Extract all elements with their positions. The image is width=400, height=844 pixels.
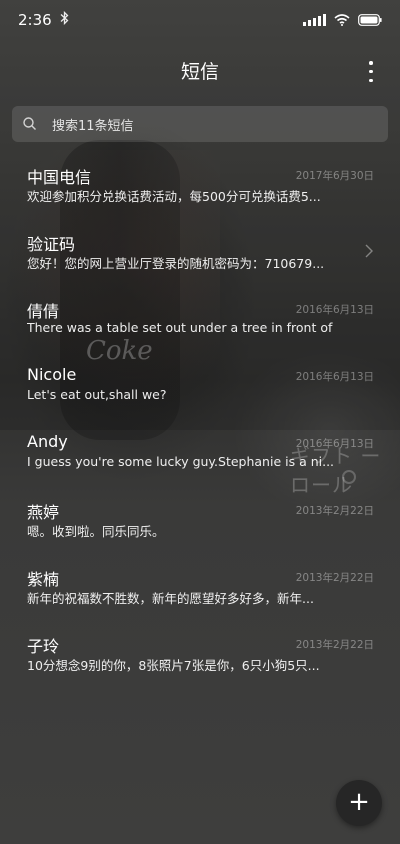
conversation-name: 验证码 bbox=[27, 235, 76, 254]
conversation-item[interactable]: 验证码 您好！您的网上营业厅登录的随机密码为：710679... bbox=[0, 217, 400, 284]
conversation-preview: 嗯。收到啦。同乐同乐。 bbox=[27, 524, 165, 539]
conversation-item[interactable]: Andy 2016年6月13日 I guess you're some luck… bbox=[0, 418, 400, 485]
new-message-button[interactable]: + bbox=[336, 780, 382, 826]
conversation-date: 2016年6月13日 bbox=[295, 304, 374, 316]
conversation-preview: 新年的祝福数不胜数，新年的愿望好多好多，新年... bbox=[27, 591, 314, 606]
conversation-name: 中国电信 bbox=[27, 168, 92, 187]
conversation-name: 紫楠 bbox=[27, 570, 60, 589]
conversation-preview: 欢迎参加积分兑换话费活动，每500分可兑换话费5... bbox=[27, 189, 321, 204]
status-icons bbox=[303, 14, 382, 26]
conversation-preview: 10分想念9别的你，8张照片7张是你，6只小狗5只... bbox=[27, 658, 320, 673]
conversation-preview: There was a table set out under a tree i… bbox=[27, 320, 337, 335]
wifi-icon bbox=[334, 14, 350, 26]
conversation-item[interactable]: 倩倩 2016年6月13日 There was a table set out … bbox=[0, 284, 400, 351]
conversation-list: 中国电信 2017年6月30日 欢迎参加积分兑换话费活动，每500分可兑换话费5… bbox=[0, 150, 400, 686]
conversation-item[interactable]: Nicole 2016年6月13日 Let's eat out,shall we… bbox=[0, 351, 400, 418]
page-title: 短信 bbox=[180, 60, 219, 83]
status-time: 2:36 bbox=[18, 11, 52, 29]
conversation-date: 2013年2月22日 bbox=[295, 505, 374, 517]
conversation-name: 倩倩 bbox=[27, 302, 60, 321]
conversation-date: 2016年6月13日 bbox=[295, 438, 374, 450]
search-input[interactable]: 搜索11条短信 bbox=[52, 115, 134, 134]
conversation-date: 2016年6月13日 bbox=[295, 371, 374, 383]
bluetooth-icon bbox=[60, 10, 69, 29]
conversation-date: 2013年2月22日 bbox=[295, 572, 374, 584]
signal-icon bbox=[303, 14, 326, 26]
search-bar[interactable]: 搜索11条短信 bbox=[12, 106, 388, 142]
conversation-preview: I guess you're some lucky guy.Stephanie … bbox=[27, 454, 335, 469]
app-header: 短信 bbox=[0, 48, 400, 92]
more-options-icon[interactable] bbox=[366, 58, 376, 82]
conversation-preview: Let's eat out,shall we? bbox=[27, 387, 167, 402]
chevron-right-icon bbox=[364, 243, 374, 259]
conversation-item[interactable]: 中国电信 2017年6月30日 欢迎参加积分兑换话费活动，每500分可兑换话费5… bbox=[0, 150, 400, 217]
plus-icon: + bbox=[348, 787, 370, 817]
conversation-name: Nicole bbox=[27, 365, 77, 384]
conversation-name: 子玲 bbox=[27, 637, 60, 656]
conversation-preview: 您好！您的网上营业厅登录的随机密码为：710679... bbox=[27, 256, 325, 271]
conversation-date: 2017年6月30日 bbox=[295, 170, 374, 182]
conversation-item[interactable]: 燕婷 2013年2月22日 嗯。收到啦。同乐同乐。 bbox=[0, 485, 400, 552]
battery-icon bbox=[358, 14, 382, 26]
conversation-name: Andy bbox=[27, 432, 68, 451]
conversation-name: 燕婷 bbox=[27, 503, 60, 522]
search-icon bbox=[22, 116, 38, 132]
conversation-date: 2013年2月22日 bbox=[295, 639, 374, 651]
conversation-item[interactable]: 子玲 2013年2月22日 10分想念9别的你，8张照片7张是你，6只小狗5只.… bbox=[0, 619, 400, 686]
status-bar: 2:36 bbox=[0, 0, 400, 40]
conversation-item[interactable]: 紫楠 2013年2月22日 新年的祝福数不胜数，新年的愿望好多好多，新年... bbox=[0, 552, 400, 619]
